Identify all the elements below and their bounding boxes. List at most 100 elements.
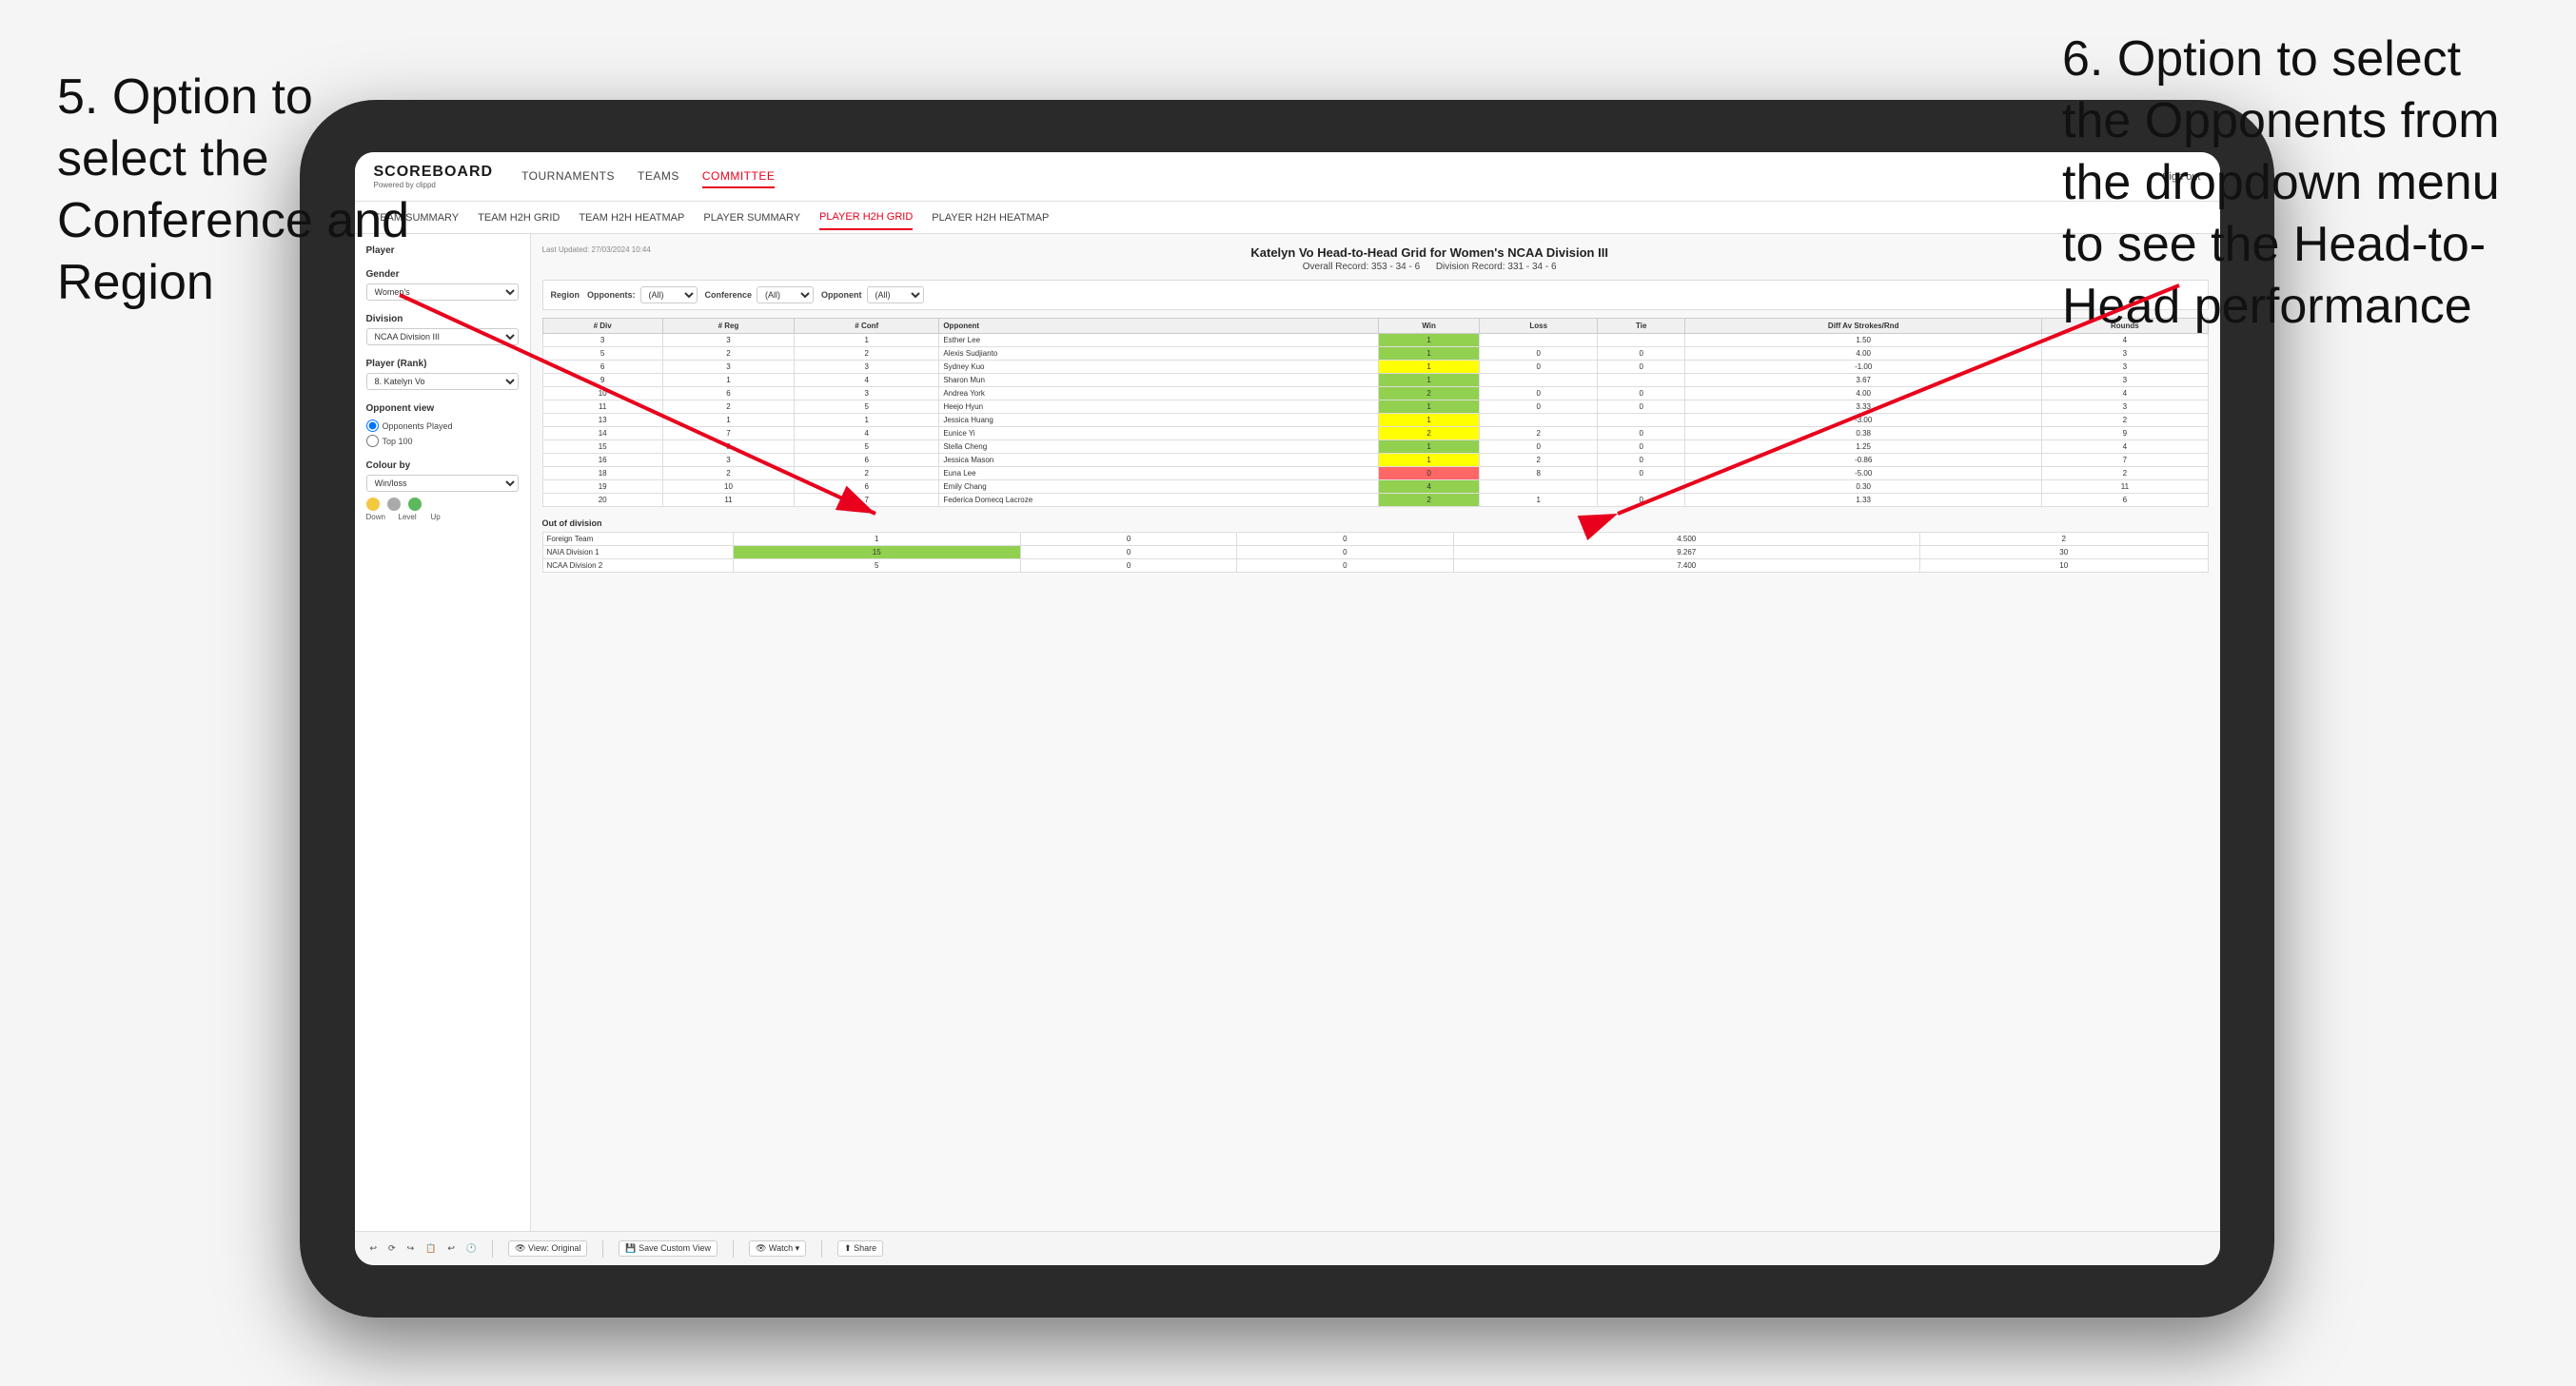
ood-row: NAIA Division 1 15 0 0 9.267 30 — [542, 546, 2208, 559]
cell-tie: 0 — [1598, 427, 1685, 440]
main-content: Last Updated: 27/03/2024 10:44 Katelyn V… — [531, 234, 2220, 1231]
nav-teams[interactable]: TEAMS — [638, 166, 679, 188]
cell-reg: 6 — [662, 387, 794, 400]
cell-div: 6 — [542, 361, 662, 374]
filter-opponent-group: Opponent (All) — [821, 286, 924, 303]
cell-loss: 1 — [1480, 494, 1598, 507]
share-btn[interactable]: ⬆ Share — [837, 1240, 883, 1257]
toolbar-undo2[interactable]: ↩ — [447, 1243, 455, 1254]
ood-row: Foreign Team 1 0 0 4.500 2 — [542, 533, 2208, 546]
out-of-division-label: Out of division — [542, 518, 2209, 528]
view-original-btn[interactable]: 👁 View: Original — [508, 1240, 587, 1257]
cell-opponent: Jessica Mason — [939, 454, 1379, 467]
cell-rounds: 9 — [2042, 427, 2208, 440]
cell-div: 3 — [542, 334, 662, 347]
cell-conf: 1 — [795, 414, 939, 427]
cell-conf: 5 — [795, 400, 939, 414]
cell-opponent: Eunice Yi — [939, 427, 1379, 440]
legend-up: Up — [431, 513, 458, 521]
cell-win: 2 — [1379, 387, 1480, 400]
cell-loss: 0 — [1480, 440, 1598, 454]
th-diff: Diff Av Strokes/Rnd — [1685, 319, 2042, 334]
cell-diff: 1.50 — [1685, 334, 2042, 347]
player-rank-select[interactable]: 8. Katelyn Vo — [366, 373, 519, 390]
toolbar-clock[interactable]: 🕐 — [466, 1243, 477, 1254]
cell-conf: 1 — [795, 334, 939, 347]
radio-top100-input[interactable] — [366, 435, 379, 447]
conference-label: Conference — [705, 290, 753, 300]
ood-diff: 9.267 — [1453, 546, 1919, 559]
cell-rounds: 3 — [2042, 374, 2208, 387]
sidebar-division-section: Division NCAA Division III — [366, 314, 519, 345]
cell-conf: 4 — [795, 427, 939, 440]
dot-down — [366, 498, 380, 511]
th-opponent: Opponent — [939, 319, 1379, 334]
table-row: 6 3 3 Sydney Kuo 1 0 0 -1.00 3 — [542, 361, 2208, 374]
last-updated: Last Updated: 27/03/2024 10:44 — [542, 245, 651, 254]
cell-reg: 2 — [662, 347, 794, 361]
legend-level: Level — [399, 513, 425, 521]
cell-opponent: Jessica Huang — [939, 414, 1379, 427]
toolbar-undo[interactable]: ↩ — [370, 1243, 378, 1254]
cell-tie: 0 — [1598, 440, 1685, 454]
annotation-left-text: 5. Option to select the Conference and R… — [57, 69, 409, 310]
toolbar-clip[interactable]: 📋 — [425, 1243, 436, 1254]
cell-rounds: 6 — [2042, 494, 2208, 507]
radio-opponents-played-input[interactable] — [366, 420, 379, 432]
ood-rounds: 10 — [1919, 559, 2208, 573]
sidebar-division-label: Division — [366, 314, 519, 324]
region-label: Region — [551, 290, 580, 300]
opponent-select[interactable]: (All) — [867, 286, 924, 303]
radio-opponents-played[interactable]: Opponents Played — [366, 420, 519, 432]
ood-win: 1 — [733, 533, 1021, 546]
cell-diff: 4.00 — [1685, 347, 2042, 361]
subnav-player-summary[interactable]: PLAYER SUMMARY — [703, 206, 800, 229]
table-row: 3 3 1 Esther Lee 1 1.50 4 — [542, 334, 2208, 347]
save-custom-view-btn[interactable]: 💾 Save Custom View — [619, 1240, 718, 1257]
cell-reg: 8 — [662, 440, 794, 454]
cell-conf: 5 — [795, 440, 939, 454]
division-select[interactable]: NCAA Division III — [366, 328, 519, 345]
colour-by-select[interactable]: Win/loss — [366, 475, 519, 492]
cell-conf: 6 — [795, 480, 939, 494]
sidebar-opponent-view-section: Opponent view Opponents Played Top 100 — [366, 403, 519, 447]
cell-reg: 1 — [662, 374, 794, 387]
ood-diff: 7.400 — [1453, 559, 1919, 573]
cell-div: 19 — [542, 480, 662, 494]
filter-opponents-group: Opponents: (All) — [587, 286, 698, 303]
subnav-team-h2h-heatmap[interactable]: TEAM H2H HEATMAP — [579, 206, 684, 229]
annotation-right-text: 6. Option to select the Opponents from t… — [2062, 31, 2500, 334]
cell-rounds: 7 — [2042, 454, 2208, 467]
ood-rounds: 30 — [1919, 546, 2208, 559]
toolbar-redo2[interactable]: ↪ — [407, 1243, 415, 1254]
cell-win: 2 — [1379, 427, 1480, 440]
cell-conf: 2 — [795, 467, 939, 480]
cell-reg: 3 — [662, 454, 794, 467]
nav-tournaments[interactable]: TOURNAMENTS — [521, 166, 615, 188]
th-div: # Div — [542, 319, 662, 334]
cell-div: 9 — [542, 374, 662, 387]
toolbar-redo1[interactable]: ⟳ — [388, 1243, 396, 1254]
conference-select[interactable]: (All) — [757, 286, 814, 303]
toolbar-sep2 — [602, 1240, 603, 1258]
subnav-player-h2h-grid[interactable]: PLAYER H2H GRID — [819, 205, 913, 230]
nav-committee[interactable]: COMMITTEE — [702, 166, 776, 188]
cell-diff: 0.38 — [1685, 427, 2042, 440]
cell-tie: 0 — [1598, 400, 1685, 414]
opponents-select[interactable]: (All) — [640, 286, 698, 303]
cell-loss — [1480, 414, 1598, 427]
subnav-team-h2h-grid[interactable]: TEAM H2H GRID — [478, 206, 560, 229]
ood-diff: 4.500 — [1453, 533, 1919, 546]
subnav-player-h2h-heatmap[interactable]: PLAYER H2H HEATMAP — [932, 206, 1049, 229]
colour-by-label: Colour by — [366, 460, 519, 471]
radio-top100-label: Top 100 — [383, 437, 413, 446]
watch-btn[interactable]: 👁 Watch ▾ — [749, 1240, 806, 1257]
th-loss: Loss — [1480, 319, 1598, 334]
report-title-area: Katelyn Vo Head-to-Head Grid for Women's… — [651, 245, 2209, 272]
cell-div: 18 — [542, 467, 662, 480]
cell-opponent: Alexis Sudjianto — [939, 347, 1379, 361]
radio-top100[interactable]: Top 100 — [366, 435, 519, 447]
cell-win: 1 — [1379, 334, 1480, 347]
cell-rounds: 11 — [2042, 480, 2208, 494]
cell-loss: 0 — [1480, 361, 1598, 374]
